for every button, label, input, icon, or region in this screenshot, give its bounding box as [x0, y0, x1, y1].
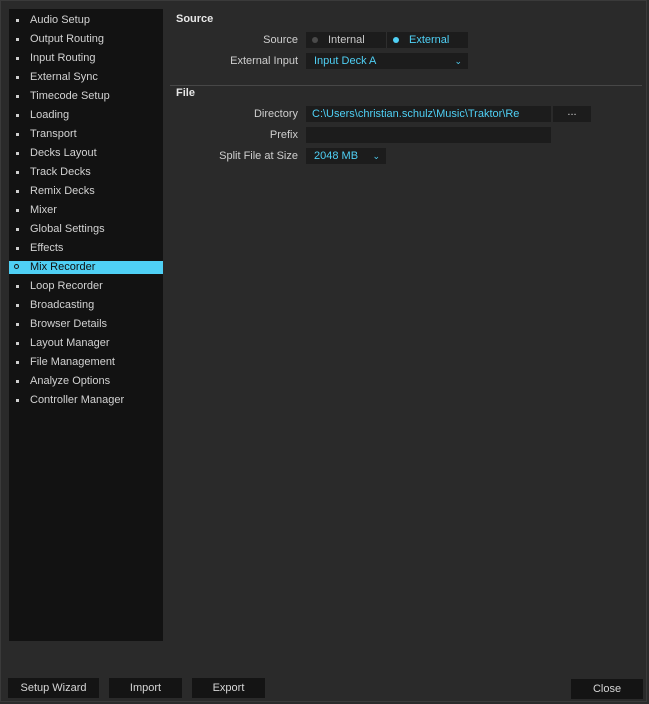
bullet-icon [16, 171, 19, 174]
section-divider [170, 85, 642, 86]
sidebar-item-label: Loading [30, 109, 70, 121]
sidebar-item-label: Remix Decks [30, 185, 95, 197]
directory-label: Directory [253, 108, 298, 120]
source-internal-radio[interactable]: Internal [306, 32, 387, 48]
sidebar-item-label: Effects [30, 242, 64, 254]
prefix-label: Prefix [269, 129, 298, 141]
sidebar-item-label: Mix Recorder [30, 261, 96, 273]
radio-dot-icon [393, 37, 399, 43]
sidebar-item-loading[interactable]: Loading [9, 109, 163, 122]
bullet-icon [16, 342, 19, 345]
setup-wizard-button[interactable]: Setup Wizard [8, 678, 99, 698]
sidebar-item-layout-manager[interactable]: Layout Manager [9, 337, 163, 350]
sidebar-item-decks-layout[interactable]: Decks Layout [9, 147, 163, 160]
bullet-icon [16, 323, 19, 326]
sidebar-item-analyze-options[interactable]: Analyze Options [9, 375, 163, 388]
close-button[interactable]: Close [571, 679, 643, 699]
sidebar-item-label: Controller Manager [30, 394, 125, 406]
sidebar-item-timecode-setup[interactable]: Timecode Setup [9, 90, 163, 103]
bullet-icon [16, 38, 19, 41]
sidebar-item-loop-recorder[interactable]: Loop Recorder [9, 280, 163, 293]
sidebar-item-label: Audio Setup [30, 14, 90, 26]
sidebar-item-label: Mixer [30, 204, 57, 216]
sidebar-item-label: Transport [30, 128, 77, 140]
sidebar-item-label: Browser Details [30, 318, 108, 330]
sidebar-item-input-routing[interactable]: Input Routing [9, 52, 163, 65]
file-section-title: File [176, 87, 195, 99]
source-internal-label: Internal [328, 34, 365, 46]
sidebar-item-label: Analyze Options [30, 375, 111, 387]
directory-field[interactable]: C:\Users\christian.schulz\Music\Traktor\… [306, 106, 551, 122]
sidebar-item-label: File Management [30, 356, 115, 368]
bullet-icon [16, 152, 19, 155]
bullet-icon [16, 228, 19, 231]
source-section-title: Source [176, 13, 214, 25]
source-label: Source [263, 34, 298, 46]
bullet-icon [16, 76, 19, 79]
sidebar-item-label: Output Routing [30, 33, 104, 45]
external-input-dropdown[interactable]: Input Deck A ⌄ [306, 53, 468, 69]
bullet-icon [16, 304, 19, 307]
sidebar-item-transport[interactable]: Transport [9, 128, 163, 141]
sidebar-item-label: External Sync [30, 71, 98, 83]
source-external-label: External [409, 34, 450, 46]
import-button[interactable]: Import [109, 678, 182, 698]
sidebar-item-label: Track Decks [30, 166, 91, 178]
bullet-icon [16, 209, 19, 212]
sidebar-item-label: Global Settings [30, 223, 105, 235]
bullet-icon [16, 57, 19, 60]
source-radio-group: Internal External [306, 32, 468, 48]
radio-dot-icon [312, 37, 318, 43]
sidebar-item-label: Input Routing [30, 52, 96, 64]
sidebar-item-label: Layout Manager [30, 337, 110, 349]
preferences-sidebar: Audio Setup Output Routing Input Routing… [9, 9, 163, 641]
sidebar-item-mix-recorder[interactable]: Mix Recorder [9, 261, 163, 274]
sidebar-item-audio-setup[interactable]: Audio Setup [9, 14, 163, 27]
sidebar-item-mixer[interactable]: Mixer [9, 204, 163, 217]
bullet-icon [16, 399, 19, 402]
external-input-label: External Input [230, 55, 298, 67]
preferences-window: Audio Setup Output Routing Input Routing… [0, 0, 647, 702]
sidebar-item-label: Broadcasting [30, 299, 95, 311]
sidebar-item-controller-manager[interactable]: Controller Manager [9, 394, 163, 407]
external-input-value: Input Deck A [314, 55, 377, 67]
chevron-down-icon: ⌄ [372, 151, 380, 161]
sidebar-item-label: Timecode Setup [30, 90, 110, 102]
bullet-icon [16, 380, 19, 383]
export-button[interactable]: Export [192, 678, 265, 698]
split-file-size-dropdown[interactable]: 2048 MB ⌄ [306, 148, 386, 164]
sidebar-item-external-sync[interactable]: External Sync [9, 71, 163, 84]
bullet-icon [16, 95, 19, 98]
sidebar-item-broadcasting[interactable]: Broadcasting [9, 299, 163, 312]
browse-directory-button[interactable]: ... [553, 106, 591, 122]
bullet-icon [16, 247, 19, 250]
bullet-icon [16, 114, 19, 117]
bullet-icon [16, 361, 19, 364]
bullet-icon [16, 133, 19, 136]
chevron-down-icon: ⌄ [454, 56, 462, 66]
sidebar-item-global-settings[interactable]: Global Settings [9, 223, 163, 236]
sidebar-item-effects[interactable]: Effects [9, 242, 163, 255]
sidebar-item-file-management[interactable]: File Management [9, 356, 163, 369]
bullet-icon [16, 19, 19, 22]
sidebar-item-label: Decks Layout [30, 147, 97, 159]
bullet-icon [16, 285, 19, 288]
sidebar-item-browser-details[interactable]: Browser Details [9, 318, 163, 331]
prefix-field[interactable] [306, 127, 551, 143]
split-file-label: Split File at Size [219, 150, 298, 162]
sidebar-item-remix-decks[interactable]: Remix Decks [9, 185, 163, 198]
split-file-size-value: 2048 MB [314, 150, 359, 162]
bullet-icon [16, 190, 19, 193]
bullet-icon [14, 264, 19, 269]
sidebar-item-track-decks[interactable]: Track Decks [9, 166, 163, 179]
sidebar-item-output-routing[interactable]: Output Routing [9, 33, 163, 46]
source-external-radio[interactable]: External [387, 32, 468, 48]
sidebar-item-label: Loop Recorder [30, 280, 103, 292]
